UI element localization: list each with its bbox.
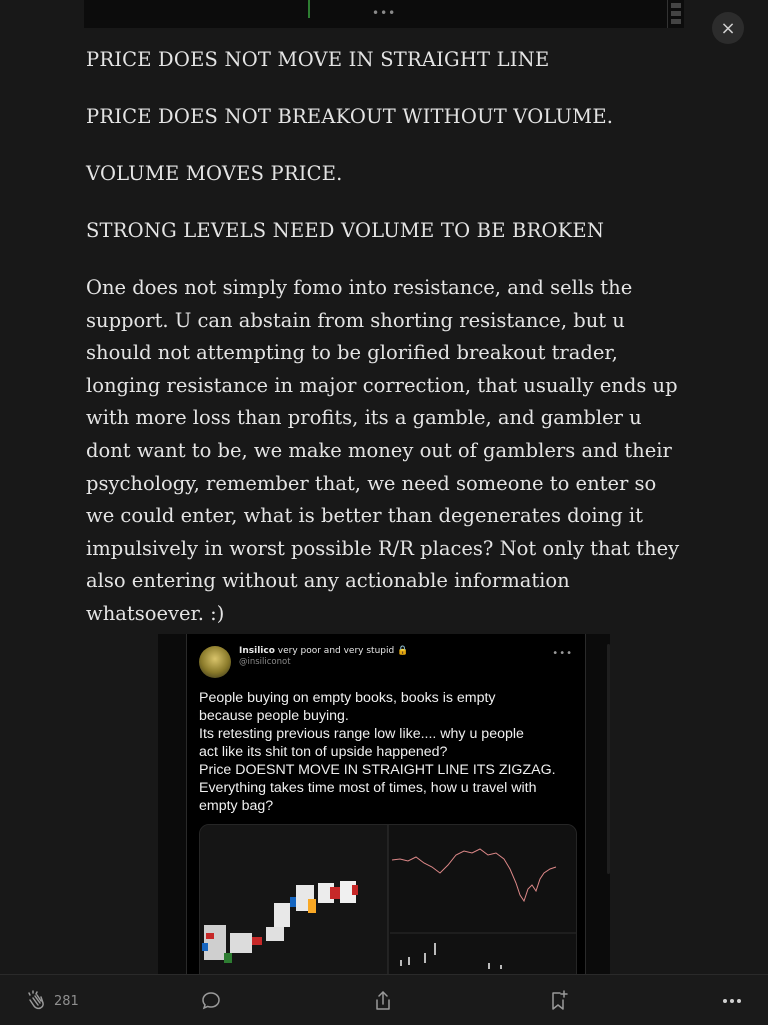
tweet-line: Price DOESNT MOVE IN STRAIGHT LINE ITS Z…: [199, 762, 556, 778]
lock-icon: 🔒: [397, 646, 409, 656]
avatar: [199, 646, 231, 678]
chart-candle: [308, 0, 310, 18]
tweet-line: People buying on empty books, books is e…: [199, 690, 496, 706]
tweet-more-icon: •••: [552, 648, 573, 659]
user-handle: @insiliconot: [239, 657, 291, 667]
more-options-button[interactable]: [720, 989, 744, 1013]
tweet-line: because people buying.: [199, 708, 349, 724]
display-name: Insilico: [239, 646, 275, 656]
bookmark-button[interactable]: [546, 989, 570, 1013]
tweet-text: People buying on empty books, books is e…: [199, 689, 579, 815]
comment-icon: [199, 989, 223, 1013]
close-icon: ×: [720, 17, 736, 39]
tweet-line: act like its shit ton of upside happened…: [199, 744, 448, 760]
article-body: PRICE DOES NOT MOVE IN STRAIGHT LINE PRI…: [86, 44, 686, 630]
share-button[interactable]: [371, 989, 395, 1013]
image-more-icon[interactable]: •••: [372, 6, 396, 20]
more-icon: [720, 989, 744, 1013]
clap-count: 281: [54, 993, 79, 1009]
tweet-chart-images: [199, 824, 577, 974]
embedded-tweet-image[interactable]: Insilico very poor and very stupid 🔒 @in…: [158, 634, 610, 974]
statement-3: VOLUME MOVES PRICE.: [86, 161, 343, 185]
tweet-line: Everything takes time most of times, how…: [199, 780, 537, 796]
share-icon: [371, 989, 395, 1013]
tweet-header: Insilico very poor and very stupid 🔒 @in…: [199, 646, 408, 678]
statement-1: PRICE DOES NOT MOVE IN STRAIGHT LINE: [86, 48, 550, 71]
price-axis: [667, 0, 684, 28]
clap-button[interactable]: 281: [24, 989, 79, 1013]
bottom-toolbar: 281: [0, 974, 768, 1025]
cropped-chart-image: •••: [84, 0, 684, 28]
tweet-card: Insilico very poor and very stupid 🔒 @in…: [186, 634, 586, 974]
close-button[interactable]: ×: [712, 12, 744, 44]
clap-icon: [24, 989, 48, 1013]
comment-button[interactable]: [199, 989, 223, 1013]
tweet-line: empty bag?: [199, 798, 274, 814]
statement-4: STRONG LEVELS NEED VOLUME TO BE BROKEN: [86, 218, 605, 242]
article-paragraph: One does not simply fomo into resistance…: [86, 275, 680, 625]
tweet-line: Its retesting previous range low like...…: [199, 726, 524, 742]
embed-scroll-edge: [607, 644, 610, 874]
statement-2: PRICE DOES NOT BREAKOUT WITHOUT VOLUME.: [86, 104, 614, 128]
user-bio: very poor and very stupid: [277, 646, 395, 656]
bookmark-icon: [546, 989, 570, 1013]
